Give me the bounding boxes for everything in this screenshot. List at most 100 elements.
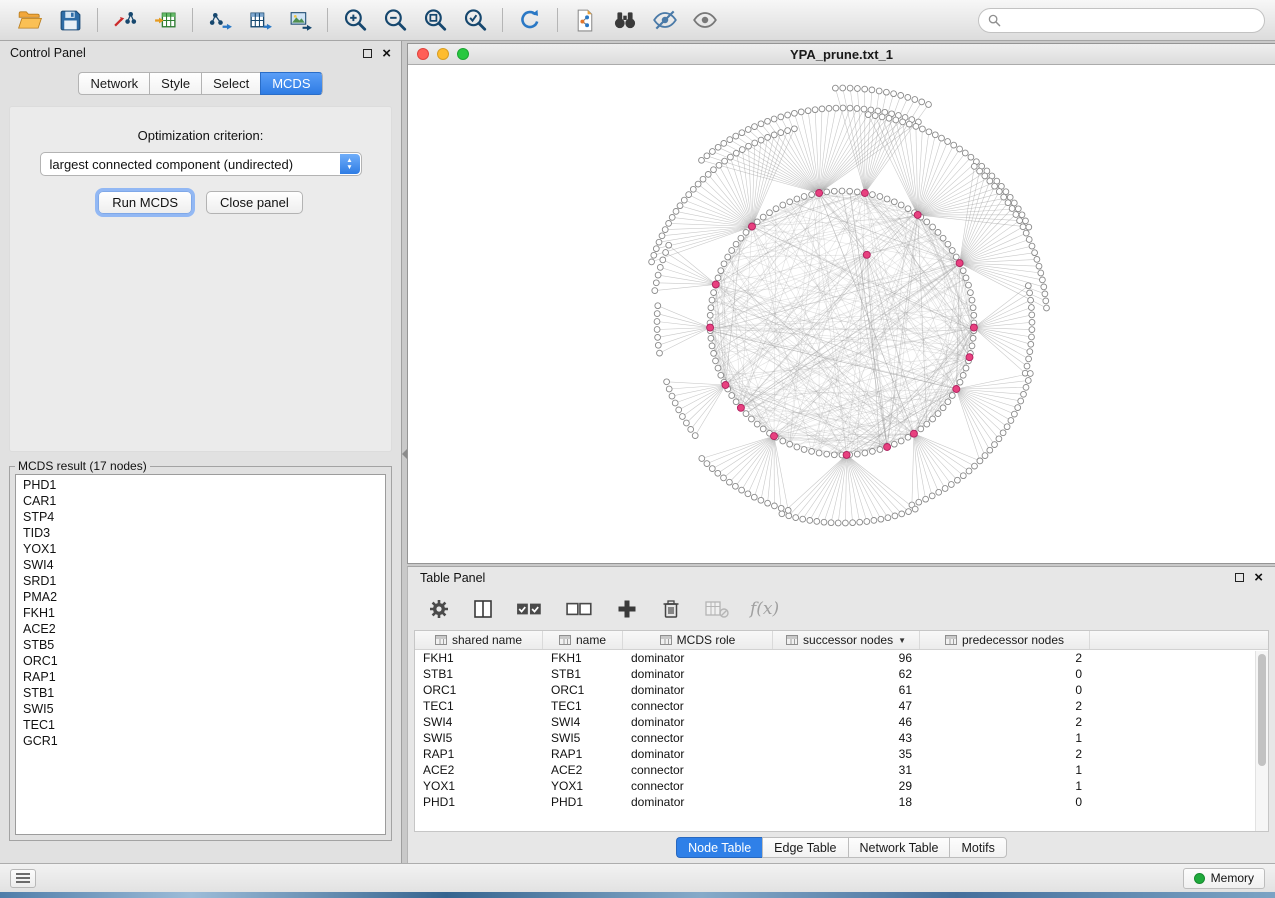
select-all-rows-button[interactable]: [514, 592, 546, 626]
table-options-button[interactable]: [426, 592, 452, 626]
mcds-result-item[interactable]: SWI4: [16, 557, 385, 573]
column-header-predecessor-nodes[interactable]: predecessor nodes: [920, 631, 1090, 649]
delete-column-button[interactable]: [658, 592, 684, 626]
column-header-label: successor nodes: [803, 633, 893, 647]
mcds-result-item[interactable]: RAP1: [16, 669, 385, 685]
table-row[interactable]: TEC1TEC1connector472: [415, 698, 1268, 714]
deselect-all-rows-button[interactable]: [564, 592, 596, 626]
table-edit-icon: [660, 635, 672, 645]
tab-node-table[interactable]: Node Table: [676, 837, 762, 858]
table-row[interactable]: PHD1PHD1dominator180: [415, 794, 1268, 810]
search-network-button[interactable]: [605, 3, 645, 37]
close-panel-icon[interactable]: ×: [1254, 570, 1263, 585]
column-header-shared-name[interactable]: shared name: [415, 631, 543, 649]
binoculars-icon: [612, 7, 638, 33]
mcds-result-item[interactable]: YOX1: [16, 541, 385, 557]
table-scrollbar[interactable]: [1255, 651, 1268, 831]
network-canvas[interactable]: [408, 65, 1275, 563]
mcds-result-item[interactable]: GCR1: [16, 733, 385, 749]
network-from-document-button[interactable]: [565, 3, 605, 37]
search-box[interactable]: [978, 8, 1265, 33]
collapse-splitter-icon[interactable]: [402, 449, 407, 459]
table-row[interactable]: SWI5SWI5connector431: [415, 730, 1268, 746]
zoom-window-button[interactable]: [457, 48, 469, 60]
mcds-result-item[interactable]: TEC1: [16, 717, 385, 733]
columns-icon: [472, 598, 494, 620]
mcds-result-item[interactable]: CAR1: [16, 493, 385, 509]
table-cell: 2: [920, 650, 1090, 666]
mcds-result-group: MCDS result (17 nodes) PHD1CAR1STP4TID3Y…: [9, 459, 392, 841]
mcds-result-item[interactable]: SRD1: [16, 573, 385, 589]
mcds-result-item[interactable]: STB1: [16, 685, 385, 701]
export-network-button[interactable]: [200, 3, 240, 37]
minimize-window-button[interactable]: [437, 48, 449, 60]
table-scrollbar-thumb[interactable]: [1258, 654, 1266, 766]
table-row[interactable]: RAP1RAP1dominator352: [415, 746, 1268, 762]
mcds-result-item[interactable]: ACE2: [16, 621, 385, 637]
float-panel-icon[interactable]: [363, 49, 372, 58]
criterion-select[interactable]: largest connected component (undirected)…: [40, 152, 362, 176]
save-session-button[interactable]: [50, 3, 90, 37]
close-window-button[interactable]: [417, 48, 429, 60]
mcds-result-item[interactable]: TID3: [16, 525, 385, 541]
mcds-result-item[interactable]: PHD1: [16, 477, 385, 493]
mcds-result-item[interactable]: ORC1: [16, 653, 385, 669]
show-graphics-details-button[interactable]: [685, 3, 725, 37]
tab-network[interactable]: Network: [78, 72, 149, 95]
zoom-in-button[interactable]: [335, 3, 375, 37]
mcds-result-item[interactable]: PMA2: [16, 589, 385, 605]
tab-style[interactable]: Style: [149, 72, 201, 95]
close-panel-button[interactable]: Close panel: [206, 191, 303, 214]
import-network-button[interactable]: [105, 3, 145, 37]
export-image-button[interactable]: [280, 3, 320, 37]
table-row[interactable]: ACE2ACE2connector311: [415, 762, 1268, 778]
task-history-button[interactable]: [10, 869, 36, 888]
mcds-result-item[interactable]: FKH1: [16, 605, 385, 621]
zoom-out-button[interactable]: [375, 3, 415, 37]
tab-select[interactable]: Select: [201, 72, 260, 95]
table-row[interactable]: SWI4SWI4dominator462: [415, 714, 1268, 730]
close-panel-icon[interactable]: ×: [382, 46, 391, 61]
table-row[interactable]: FKH1FKH1dominator962: [415, 650, 1268, 666]
hide-graphics-details-button[interactable]: [645, 3, 685, 37]
create-column-button[interactable]: [614, 592, 640, 626]
tab-edge-table[interactable]: Edge Table: [762, 837, 847, 858]
search-input[interactable]: [1006, 12, 1255, 28]
float-panel-icon[interactable]: [1235, 573, 1244, 582]
toolbar-separator: [557, 8, 558, 32]
table-row[interactable]: YOX1YOX1connector291: [415, 778, 1268, 794]
zoom-selected-button[interactable]: [455, 3, 495, 37]
zoom-selected-icon: [462, 7, 488, 33]
tab-motifs[interactable]: Motifs: [949, 837, 1006, 858]
open-session-button[interactable]: [10, 3, 50, 37]
main-area: Control Panel × NetworkStyleSelectMCDS O…: [0, 41, 1275, 863]
import-table-button[interactable]: [145, 3, 185, 37]
zoom-fit-button[interactable]: [415, 3, 455, 37]
column-header-successor-nodes[interactable]: successor nodes▼: [773, 631, 920, 649]
apply-layout-button[interactable]: [510, 3, 550, 37]
table-cell: 1: [920, 762, 1090, 778]
table-row[interactable]: ORC1ORC1dominator610: [415, 682, 1268, 698]
table-cell: 1: [920, 778, 1090, 794]
show-columns-button[interactable]: [470, 592, 496, 626]
column-header-name[interactable]: name: [543, 631, 623, 649]
export-table-button[interactable]: [240, 3, 280, 37]
mcds-result-item[interactable]: SWI5: [16, 701, 385, 717]
run-mcds-button[interactable]: Run MCDS: [98, 191, 192, 214]
tab-mcds[interactable]: MCDS: [260, 72, 322, 95]
mcds-result-item[interactable]: STP4: [16, 509, 385, 525]
table-row[interactable]: STB1STB1dominator620: [415, 666, 1268, 682]
network-graph[interactable]: [408, 65, 1275, 563]
memory-button[interactable]: Memory: [1183, 868, 1265, 889]
mcds-result-item[interactable]: STB5: [16, 637, 385, 653]
mcds-result-list[interactable]: PHD1CAR1STP4TID3YOX1SWI4SRD1PMA2FKH1ACE2…: [15, 474, 386, 835]
node-table-header-row: shared namenameMCDS rolesuccessor nodes▼…: [415, 631, 1268, 650]
column-header-MCDS-role[interactable]: MCDS role: [623, 631, 773, 649]
table-cell: SWI5: [415, 730, 543, 746]
table-cell: 96: [773, 650, 920, 666]
table-cell: dominator: [623, 746, 773, 762]
zoom-out-icon: [382, 7, 408, 33]
tab-network-table[interactable]: Network Table: [848, 837, 950, 858]
panel-splitter[interactable]: [402, 41, 407, 863]
table-cell: 47: [773, 698, 920, 714]
